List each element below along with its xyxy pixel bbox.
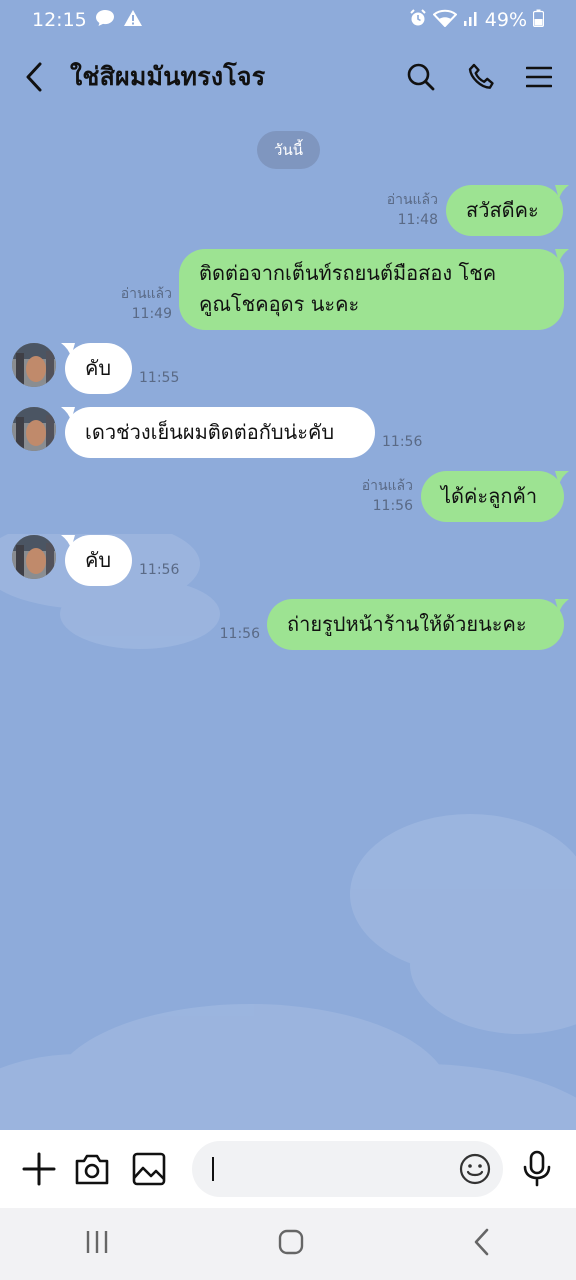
read-receipt: อ่านแล้ว [386, 192, 438, 208]
battery-icon [532, 9, 545, 32]
bubble-tail [555, 185, 569, 199]
message-text: สวัสดีคะ [466, 198, 539, 222]
contact-avatar[interactable] [12, 343, 56, 387]
microphone-icon[interactable] [522, 1150, 552, 1188]
message-meta: อ่านแล้ว 11:56 [335, 476, 413, 516]
chat-header: ใช่สิผมมันทรงโจร [0, 40, 576, 114]
alarm-icon [409, 8, 427, 32]
message-time: 11:48 [397, 212, 438, 228]
hamburger-menu-icon[interactable] [526, 65, 552, 89]
chat-area[interactable]: วันนี้ อ่านแล้ว 11:48 สวัสดีคะ อ่านแล้ว … [0, 114, 576, 1234]
message-input[interactable] [192, 1141, 503, 1197]
read-receipt: อ่านแล้ว [120, 286, 172, 302]
chevron-left-icon[interactable] [24, 57, 54, 97]
message-text: เดวช่วงเย็นผมติดต่อกับน่ะคับ [85, 420, 335, 444]
message-text: ได้ค่ะลูกค้า [441, 484, 538, 508]
chat-title: ใช่สิผมมันทรงโจร [70, 62, 266, 91]
camera-icon[interactable] [74, 1152, 110, 1186]
message-text: คับ [85, 356, 112, 380]
read-receipt: อ่านแล้ว [361, 478, 413, 494]
outgoing-message[interactable]: ถ่ายรูปหน้าร้านให้ด้วยนะคะ [267, 599, 564, 650]
phone-icon[interactable] [466, 62, 496, 92]
message-time: 11:56 [372, 498, 413, 514]
header-actions [406, 62, 552, 92]
text-caret [212, 1157, 214, 1181]
message-time: 11:55 [139, 370, 180, 386]
bubble-tail [61, 535, 75, 549]
outgoing-message[interactable]: ติดต่อจากเต็นท์รถยนต์มือสอง โชค คูณโชคอุ… [179, 249, 564, 330]
bubble-tail [555, 599, 569, 613]
message-meta: อ่านแล้ว 11:49 [100, 284, 172, 324]
wifi-icon [432, 9, 458, 32]
image-icon[interactable] [132, 1152, 166, 1186]
chat-notification-icon [95, 9, 115, 32]
message-text-line: ติดต่อจากเต็นท์รถยนต์มือสอง โชค [199, 261, 497, 285]
incoming-message[interactable]: คับ [65, 535, 132, 586]
message-time: 11:56 [382, 434, 423, 450]
contact-avatar[interactable] [12, 535, 56, 579]
plus-icon[interactable] [22, 1152, 56, 1186]
bubble-tail [555, 471, 569, 485]
bubble-tail [61, 407, 75, 421]
home-icon[interactable] [278, 1229, 304, 1259]
message-time: 11:56 [139, 562, 180, 578]
message-time: 11:56 [219, 626, 260, 642]
incoming-message[interactable]: คับ [65, 343, 132, 394]
emoji-icon[interactable] [459, 1153, 491, 1189]
outgoing-message[interactable]: สวัสดีคะ [446, 185, 563, 236]
system-navigation-bar [0, 1208, 576, 1280]
message-input-bar [0, 1130, 576, 1208]
status-time: 12:15 [32, 9, 87, 31]
back-nav-icon[interactable] [472, 1228, 492, 1260]
status-bar: 12:15 49% [0, 0, 576, 40]
battery-percent: 49% [484, 9, 527, 31]
bubble-tail [61, 343, 75, 357]
outgoing-message[interactable]: ได้ค่ะลูกค้า [421, 471, 564, 522]
message-meta: อ่านแล้ว 11:48 [360, 190, 438, 230]
contact-avatar[interactable] [12, 407, 56, 451]
message-text: ถ่ายรูปหน้าร้านให้ด้วยนะคะ [287, 612, 527, 636]
message-text: คับ [85, 548, 112, 572]
incoming-message[interactable]: เดวช่วงเย็นผมติดต่อกับน่ะคับ [65, 407, 375, 458]
search-icon[interactable] [406, 62, 436, 92]
bubble-tail [555, 249, 569, 263]
recent-apps-icon[interactable] [84, 1229, 110, 1259]
date-separator: วันนี้ [257, 131, 320, 169]
message-text-line: คูณโชคอุดร นะคะ [199, 292, 360, 316]
warning-icon [123, 9, 143, 32]
signal-icon [463, 9, 479, 32]
message-time: 11:49 [131, 306, 172, 322]
